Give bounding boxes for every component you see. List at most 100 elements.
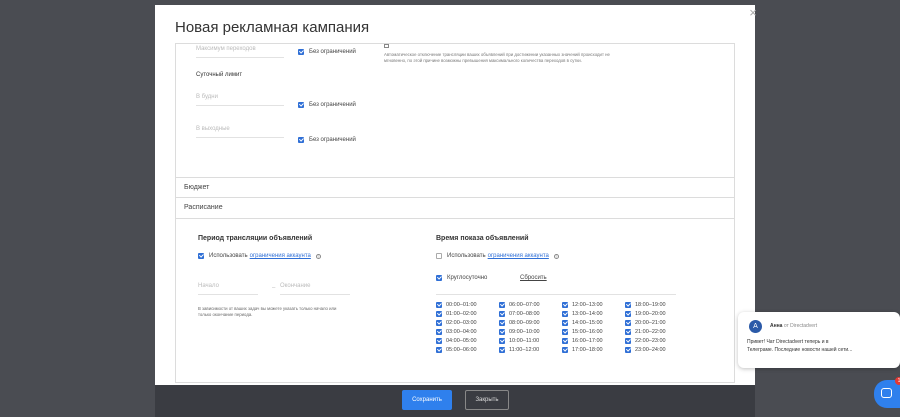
checkbox-checked-icon	[499, 329, 505, 336]
hour-checkbox[interactable]: 06:00–07:00	[499, 301, 562, 308]
checkbox-label: Без ограничений	[309, 102, 356, 108]
hour-checkbox[interactable]: 14:00–15:00	[562, 319, 625, 326]
hour-checkbox[interactable]: 07:00–08:00	[499, 310, 562, 317]
hour-checkbox[interactable]: 19:00–20:00	[625, 310, 688, 317]
max-clicks-unlimited-checkbox[interactable]: Без ограничений	[298, 49, 356, 55]
hour-checkbox[interactable]: 04:00–05:00	[436, 338, 499, 345]
max-clicks-input[interactable]: Максимум переходов	[196, 46, 284, 58]
info-icon	[384, 44, 389, 48]
checkbox-checked-icon	[625, 301, 631, 308]
hour-checkbox[interactable]: 05:00–06:00	[436, 347, 499, 354]
hour-checkbox[interactable]: 03:00–04:00	[436, 329, 499, 336]
divider	[436, 294, 676, 295]
reset-link[interactable]: Сбросить	[520, 275, 547, 281]
new-campaign-modal: Новая рекламная кампания × Максимум пере…	[155, 5, 757, 385]
period-start-input[interactable]: Начало	[198, 283, 258, 295]
hour-checkbox[interactable]: 18:00–19:00	[625, 301, 688, 308]
hour-label: 02:00–03:00	[446, 319, 477, 326]
checkbox-checked-icon	[562, 301, 568, 308]
hour-checkbox[interactable]: 01:00–02:00	[436, 310, 499, 317]
budget-section-header[interactable]: Бюджет	[176, 177, 734, 197]
help-icon[interactable]: ?	[315, 253, 321, 259]
close-button[interactable]: Закрыть	[465, 390, 509, 410]
modal-body: Максимум переходов Без ограничений Автом…	[175, 43, 735, 383]
account-limits-link[interactable]: ограничения аккаунта	[250, 253, 311, 259]
hour-label: 11:00–12:00	[509, 347, 540, 354]
checkbox-checked-icon	[562, 310, 568, 317]
checkbox-checked-icon	[436, 338, 442, 345]
checkbox-checked-icon	[499, 319, 505, 326]
checkbox-checked-icon	[298, 102, 304, 108]
chat-icon	[881, 388, 892, 398]
hour-checkbox[interactable]: 17:00–18:00	[562, 347, 625, 354]
chat-sender: Анна от Directadvert	[770, 323, 817, 329]
hour-checkbox[interactable]: 02:00–03:00	[436, 319, 499, 326]
hour-checkbox[interactable]: 11:00–12:00	[499, 347, 562, 354]
hour-checkbox[interactable]: 22:00–23:00	[625, 338, 688, 345]
chat-message-line: Привет! Чат Directadvert теперь и в	[747, 339, 829, 345]
checkbox-checked-icon	[436, 310, 442, 317]
hour-checkbox[interactable]: 15:00–16:00	[562, 329, 625, 336]
showtime-use-account-checkbox[interactable]: Использовать ограничения аккаунта ?	[436, 253, 559, 259]
chat-message: Привет! Чат Directadvert теперь и в Теле…	[747, 338, 897, 354]
hour-checkbox[interactable]: 21:00–22:00	[625, 329, 688, 336]
period-hint: В зависимости от ваших задач вы можете у…	[198, 306, 337, 317]
hour-checkbox[interactable]: 08:00–09:00	[499, 319, 562, 326]
period-dash: –	[272, 285, 276, 291]
checkbox-label: Использовать	[209, 253, 248, 259]
checkbox-checked-icon	[625, 338, 631, 345]
limit-note: Автоматическое отключение трансляции ваш…	[384, 52, 610, 63]
checkbox-checked-icon	[625, 310, 631, 317]
reset-link-label: Сбросить	[520, 275, 547, 281]
help-icon[interactable]: ?	[553, 253, 559, 259]
hour-label: 09:00–10:00	[509, 329, 540, 336]
hour-checkbox[interactable]: 09:00–10:00	[499, 329, 562, 336]
weekends-input[interactable]: В выходные	[196, 126, 284, 138]
hour-checkbox[interactable]: 12:00–13:00	[562, 301, 625, 308]
period-end-input[interactable]: Окончание	[280, 283, 350, 295]
modal-footer: Сохранить Закрыть	[155, 385, 755, 417]
checkbox-checked-icon	[625, 329, 631, 336]
weekdays-input[interactable]: В будни	[196, 94, 284, 106]
checkbox-checked-icon	[436, 275, 442, 281]
weekends-unlimited-checkbox[interactable]: Без ограничений	[298, 137, 356, 143]
hour-label: 04:00–05:00	[446, 338, 477, 345]
chat-agent-name: Анна	[770, 323, 783, 329]
hour-checkbox[interactable]: 23:00–24:00	[625, 347, 688, 354]
hour-checkbox[interactable]: 13:00–14:00	[562, 310, 625, 317]
hour-checkbox[interactable]: 20:00–21:00	[625, 319, 688, 326]
checkbox-checked-icon	[298, 137, 304, 143]
hour-label: 03:00–04:00	[446, 329, 477, 336]
hour-label: 10:00–11:00	[509, 338, 540, 345]
checkbox-checked-icon	[562, 338, 568, 345]
hour-label: 22:00–23:00	[635, 338, 666, 345]
modal-title: Новая рекламная кампания	[175, 19, 370, 36]
hour-label: 20:00–21:00	[635, 319, 666, 326]
hour-checkbox[interactable]: 00:00–01:00	[436, 301, 499, 308]
showtime-heading: Время показа объявлений	[436, 235, 529, 242]
weekdays-unlimited-checkbox[interactable]: Без ограничений	[298, 102, 356, 108]
hour-checkbox[interactable]: 10:00–11:00	[499, 338, 562, 345]
checkbox-checked-icon	[562, 319, 568, 326]
hour-label: 12:00–13:00	[572, 301, 603, 308]
hour-checkbox[interactable]: 16:00–17:00	[562, 338, 625, 345]
period-heading: Период трансляции объявлений	[198, 235, 313, 242]
round-clock-checkbox[interactable]: Круглосуточно	[436, 275, 487, 281]
hour-label: 18:00–19:00	[635, 301, 666, 308]
close-icon[interactable]: ×	[746, 6, 760, 20]
chat-message-line: Телеграме. Последние новости нашей сети.…	[747, 347, 853, 353]
account-limits-link[interactable]: ограничения аккаунта	[488, 253, 549, 259]
hour-label: 08:00–09:00	[509, 319, 540, 326]
save-button[interactable]: Сохранить	[402, 390, 452, 410]
unread-badge: 1	[895, 377, 900, 385]
checkbox-label: Круглосуточно	[447, 275, 488, 281]
checkbox-checked-icon	[436, 319, 442, 326]
hour-label: 07:00–08:00	[509, 310, 540, 317]
period-use-account-checkbox[interactable]: Использовать ограничения аккаунта ?	[198, 253, 321, 259]
schedule-section-header[interactable]: Расписание	[176, 197, 734, 217]
chat-notification[interactable]: A Анна от Directadvert Привет! Чат Direc…	[738, 312, 900, 368]
hour-label: 14:00–15:00	[572, 319, 603, 326]
hour-label: 16:00–17:00	[572, 338, 603, 345]
hour-label: 21:00–22:00	[635, 329, 666, 336]
checkbox-checked-icon	[499, 338, 505, 345]
